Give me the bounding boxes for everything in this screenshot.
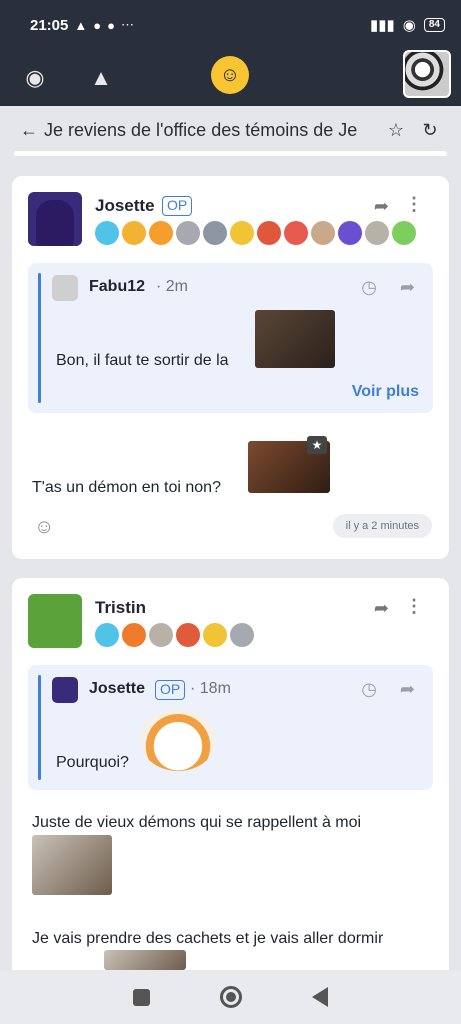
topic-header: ← Je reviens de l'office des témoins de … — [14, 110, 447, 150]
badge-icon — [338, 221, 362, 245]
wifi-icon: ◉ — [402, 17, 416, 34]
badge-row — [95, 221, 416, 245]
quote-time-wrap: · 2m — [156, 278, 188, 296]
monkey-sticker — [255, 310, 335, 368]
history-icon[interactable]: ◷ — [361, 679, 377, 700]
more-vertical-icon[interactable]: ⋮ — [405, 596, 423, 617]
share-icon[interactable]: ➦ — [400, 277, 415, 298]
quote-time: 2m — [165, 278, 189, 295]
badge-icon — [392, 221, 416, 245]
badge-icon — [95, 221, 119, 245]
badge-icon — [284, 221, 308, 245]
quote-bar — [38, 273, 41, 403]
badge-icon — [203, 221, 227, 245]
quote-text: Bon, il faut te sortir de la — [56, 352, 229, 369]
badge-icon — [257, 221, 281, 245]
quote-author: Fabu12 — [89, 278, 146, 295]
op-badge: OP — [155, 680, 186, 700]
back-arrow-icon[interactable]: ← — [14, 120, 44, 141]
messenger-icon: ● — [107, 17, 115, 33]
recents-button[interactable] — [133, 988, 150, 1006]
topic-title: Je reviens de l'office des témoins de Je — [44, 119, 358, 140]
badge-icon — [95, 623, 119, 647]
badge-icon — [122, 623, 146, 647]
badge-icon — [122, 221, 146, 245]
back-button[interactable] — [312, 987, 328, 1007]
lightbulb-icon[interactable]: ◉ — [20, 65, 50, 91]
share-icon[interactable]: ➦ — [374, 598, 389, 619]
quote-block[interactable]: Fabu12 · 2m ◷ ➦ Bon, il faut te sortir d… — [28, 263, 433, 413]
badge-icon — [311, 221, 335, 245]
badge-icon — [149, 623, 173, 647]
badge-icon — [176, 221, 200, 245]
quote-time-wrap: · 18m — [190, 680, 231, 698]
quote-text: Pourquoi? — [56, 754, 129, 771]
hamster-sticker — [140, 709, 216, 771]
author-avatar[interactable] — [28, 594, 82, 648]
sticker-image — [104, 950, 186, 970]
more-dots-icon: ⋯ — [120, 17, 134, 32]
status-bar: 21:05 ▲ ● ● ⋯ ▮▮▮ ◉ 84 — [0, 0, 461, 50]
clock: 21:05 — [30, 16, 69, 34]
author-avatar[interactable] — [28, 192, 82, 246]
badge-icon — [203, 623, 227, 647]
topic-divider — [14, 151, 447, 156]
system-nav-bar — [0, 970, 461, 1024]
post-text: T'as un démon en toi non? — [32, 479, 221, 496]
badge-icon — [230, 623, 254, 647]
share-icon[interactable]: ➦ — [374, 196, 389, 217]
see-more-link[interactable]: Voir plus — [352, 383, 419, 401]
add-reaction-icon[interactable]: ☺ — [34, 516, 54, 539]
star-icon[interactable]: ★ — [307, 436, 327, 454]
smiley-icon[interactable]: ☺ — [211, 56, 249, 94]
quote-author: Josette — [89, 680, 146, 697]
badge-icon — [230, 221, 254, 245]
post-card: Tristin ➦ ⋮ Josette OP · 18m ◷ ➦ Pourquo… — [12, 578, 449, 970]
bell-icon[interactable]: ▲ — [86, 65, 116, 91]
post-text: Juste de vieux démons qui se rappellent … — [32, 814, 362, 831]
home-button[interactable] — [220, 986, 242, 1008]
post-timestamp: il y a 2 minutes — [332, 514, 432, 538]
quote-time: 18m — [199, 680, 231, 697]
badge-icon — [149, 221, 173, 245]
game-icon: ▲ — [74, 17, 88, 33]
battery-indicator: 84 — [423, 18, 445, 32]
separator: · — [156, 278, 162, 295]
app-bar: ◉ ▲ ☺ — [0, 50, 461, 106]
badge-icon — [365, 221, 389, 245]
signal-icon: ▮▮▮ — [370, 17, 395, 34]
quote-block[interactable]: Josette OP · 18m ◷ ➦ Pourquoi? — [28, 665, 433, 790]
cat-image — [32, 835, 112, 895]
post-card: Josette OP ➦ ⋮ Fabu12 · 2m ◷ ➦ Bon, il f… — [12, 176, 449, 559]
history-icon[interactable]: ◷ — [361, 277, 377, 298]
op-badge: OP — [162, 196, 193, 216]
quote-author-avatar — [52, 275, 78, 301]
star-icon[interactable]: ☆ — [379, 120, 413, 141]
more-vertical-icon[interactable]: ⋮ — [405, 194, 423, 215]
quote-bar — [38, 675, 41, 780]
facebook-icon: ● — [93, 17, 102, 33]
share-icon[interactable]: ➦ — [400, 679, 415, 700]
refresh-icon[interactable]: ↻ — [413, 120, 447, 141]
post-text: Je vais prendre des cachets et je vais a… — [32, 930, 384, 947]
separator: · — [190, 680, 196, 697]
badge-row — [95, 623, 254, 647]
user-avatar[interactable] — [403, 50, 451, 98]
author-name[interactable]: Josette — [95, 196, 155, 216]
badge-icon — [176, 623, 200, 647]
author-name[interactable]: Tristin — [95, 598, 146, 618]
quote-author-avatar — [52, 677, 78, 703]
